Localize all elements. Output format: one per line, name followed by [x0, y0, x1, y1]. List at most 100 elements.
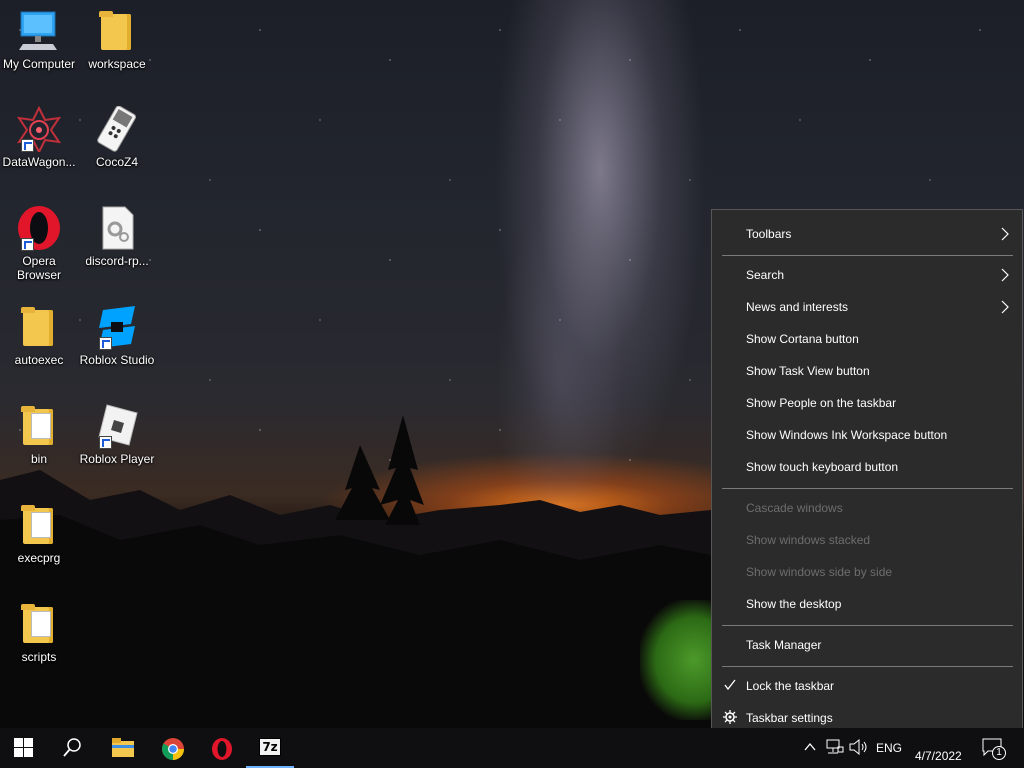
menu-separator — [722, 255, 1013, 256]
menu-separator — [722, 488, 1013, 489]
gear-icon — [723, 710, 737, 724]
menu-item-show-touch-keyboard[interactable]: Show touch keyboard button — [712, 453, 1022, 481]
7zip-icon: 7z — [259, 738, 281, 756]
menu-item-label: Cascade windows — [746, 501, 843, 515]
cocoz4-icon — [93, 105, 141, 152]
menu-item-label: Show windows stacked — [746, 533, 871, 547]
menu-item-label: Lock the taskbar — [746, 679, 835, 693]
shortcut-arrow-icon — [99, 337, 112, 350]
search-button[interactable] — [48, 728, 96, 768]
menu-item-label: Toolbars — [746, 227, 792, 241]
chevron-up-icon — [804, 742, 816, 751]
desktop-icon-cocoz4[interactable]: CocoZ4 — [78, 105, 156, 169]
taskbar-app-opera[interactable] — [197, 728, 245, 768]
taskbar-app-7zip[interactable]: 7z — [246, 728, 294, 768]
chevron-right-icon — [1001, 227, 1009, 241]
chevron-right-icon — [1001, 268, 1009, 282]
menu-separator — [722, 625, 1013, 626]
folder-icon — [15, 502, 63, 548]
menu-item-label: Search — [746, 268, 785, 282]
menu-separator — [722, 666, 1013, 667]
taskbar-context-menu: Toolbars Search News and interests Show … — [711, 209, 1023, 742]
desktop-icon-datawagon[interactable]: DataWagon... — [0, 105, 78, 169]
menu-item-label: Show Windows Ink Workspace button — [746, 428, 948, 442]
folder-icon — [15, 403, 63, 449]
menu-item-label: Show windows side by side — [746, 565, 893, 579]
network-button[interactable] — [826, 739, 844, 760]
desktop-icon-opera[interactable]: Opera Browser — [0, 205, 78, 282]
taskbar: 7z ENG 4/7/2022 1 — [0, 728, 1024, 768]
file-explorer-icon — [112, 738, 134, 757]
desktop-icon-label: DataWagon... — [2, 155, 76, 169]
checkmark-icon — [724, 679, 736, 691]
menu-item-show-people[interactable]: Show People on the taskbar — [712, 389, 1022, 417]
menu-item-task-manager[interactable]: Task Manager — [712, 631, 1022, 659]
notification-center-button[interactable]: 1 — [982, 738, 1008, 760]
desktop-icon-scripts[interactable]: scripts — [0, 601, 78, 664]
language-indicator[interactable]: ENG — [876, 741, 902, 755]
desktop-icon-my-computer[interactable]: My Computer — [0, 8, 78, 71]
menu-item-label: Show the desktop — [746, 597, 842, 611]
menu-item-toolbars[interactable]: Toolbars — [712, 220, 1022, 248]
folder-icon — [93, 8, 141, 54]
volume-button[interactable] — [849, 738, 869, 760]
desktop-icon-label: Roblox Studio — [79, 353, 155, 367]
desktop-icon-roblox-studio[interactable]: Roblox Studio — [78, 304, 156, 367]
desktop-icon-bin[interactable]: bin — [0, 403, 78, 466]
start-button[interactable] — [0, 728, 48, 768]
menu-item-lock-taskbar[interactable]: Lock the taskbar — [712, 672, 1022, 700]
monitor-icon — [15, 8, 63, 54]
shortcut-arrow-icon — [99, 436, 112, 449]
menu-item-show-desktop[interactable]: Show the desktop — [712, 590, 1022, 618]
menu-item-label: News and interests — [746, 300, 849, 314]
roblox-player-icon — [93, 403, 141, 449]
menu-item-label: Show Cortana button — [746, 332, 859, 346]
menu-item-label: Taskbar settings — [746, 711, 833, 725]
notification-badge: 1 — [992, 746, 1006, 760]
desktop-icon-roblox-player[interactable]: Roblox Player — [78, 403, 156, 466]
desktop-icon-label: CocoZ4 — [95, 155, 139, 169]
desktop-icon-label: Roblox Player — [79, 452, 155, 466]
desktop-icon-label: autoexec — [14, 353, 64, 367]
taskbar-app-file-explorer[interactable] — [98, 728, 146, 768]
settings-file-icon — [93, 205, 141, 251]
menu-item-label: Show Task View button — [746, 364, 870, 378]
menu-item-show-cortana[interactable]: Show Cortana button — [712, 325, 1022, 353]
speaker-icon — [849, 738, 867, 756]
desktop-icon-discord-rp[interactable]: discord-rp... — [78, 205, 156, 268]
menu-item-search[interactable]: Search — [712, 261, 1022, 289]
roblox-studio-icon — [93, 304, 141, 350]
menu-item-show-task-view[interactable]: Show Task View button — [712, 357, 1022, 385]
menu-item-news-and-interests[interactable]: News and interests — [712, 293, 1022, 321]
menu-item-cascade-windows: Cascade windows — [712, 494, 1022, 522]
datawagon-icon — [15, 105, 63, 155]
menu-item-show-windows-side-by-side: Show windows side by side — [712, 558, 1022, 586]
desktop-icon-label: bin — [30, 452, 47, 466]
desktop-icon-execprg[interactable]: execprg — [0, 502, 78, 565]
chevron-right-icon — [1001, 300, 1009, 314]
menu-item-label: Task Manager — [746, 638, 822, 652]
desktop-icon-label: Opera Browser — [16, 254, 61, 282]
clock-date[interactable]: 4/7/2022 — [915, 749, 962, 763]
shortcut-arrow-icon — [21, 139, 34, 152]
folder-icon — [15, 601, 63, 647]
desktop-icon-label: discord-rp... — [85, 254, 149, 268]
desktop-icon-label: My Computer — [2, 57, 76, 71]
menu-item-show-ink-workspace[interactable]: Show Windows Ink Workspace button — [712, 421, 1022, 449]
chrome-icon — [162, 738, 184, 760]
show-hidden-icons-button[interactable] — [803, 740, 817, 759]
opera-icon — [15, 205, 63, 251]
desktop-icon-autoexec[interactable]: autoexec — [0, 304, 78, 367]
menu-item-label: Show People on the taskbar — [746, 396, 897, 410]
taskbar-app-chrome[interactable] — [148, 728, 196, 768]
7zip-label: 7z — [262, 740, 278, 754]
search-icon — [63, 738, 81, 757]
menu-item-show-windows-stacked: Show windows stacked — [712, 526, 1022, 554]
network-icon — [826, 739, 844, 754]
shortcut-arrow-icon — [21, 238, 34, 251]
folder-icon — [15, 304, 63, 350]
desktop-icon-workspace[interactable]: workspace — [78, 8, 156, 71]
menu-item-label: Show touch keyboard button — [746, 460, 899, 474]
desktop-icon-label: workspace — [88, 57, 146, 71]
desktop-icon-label: execprg — [17, 551, 61, 565]
